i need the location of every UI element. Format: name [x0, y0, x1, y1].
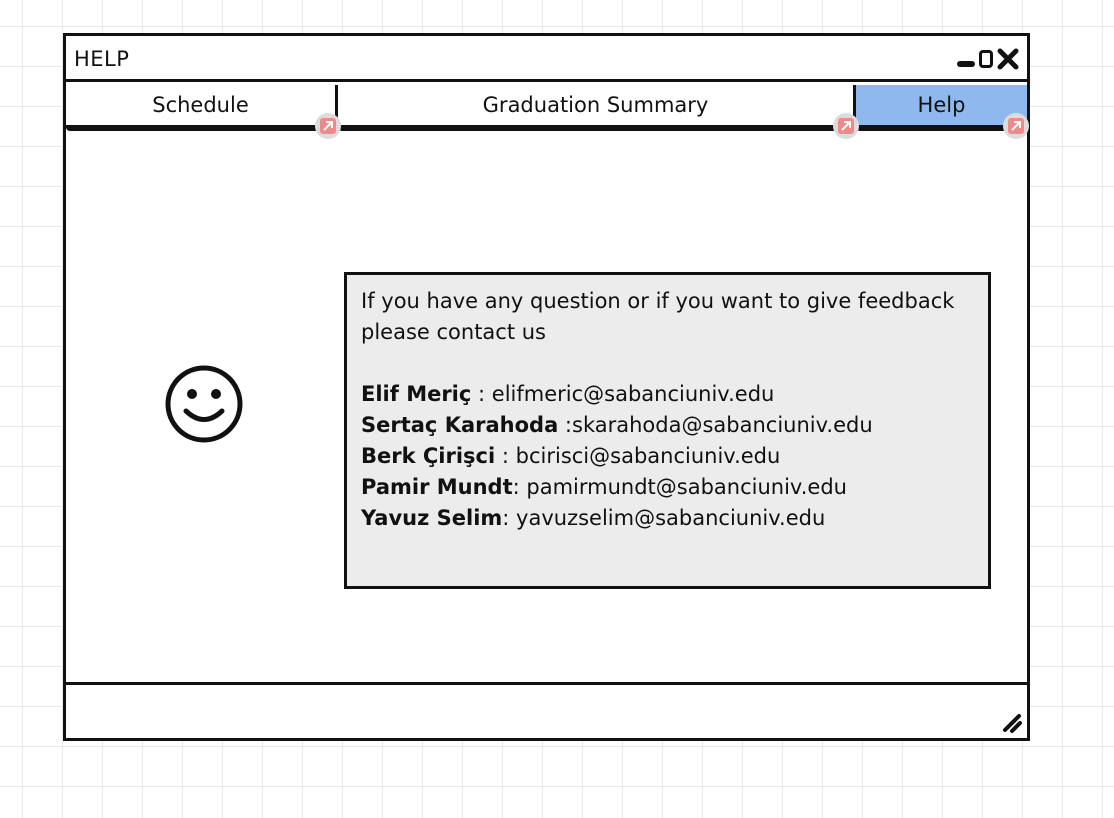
maximize-icon[interactable] — [979, 50, 993, 68]
contact-separator: : — [495, 444, 516, 468]
link-arrow-icon[interactable] — [315, 113, 341, 139]
smiley-face-icon — [165, 365, 243, 443]
tab-label: Graduation Summary — [482, 93, 709, 117]
help-window: HELP Schedule Graduation Summary Help If… — [63, 33, 1030, 741]
contact-intro-text: If you have any question or if you want … — [361, 289, 955, 344]
tab-schedule[interactable]: Schedule — [66, 85, 341, 139]
title-bar: HELP — [66, 36, 1027, 82]
contact-separator: : — [558, 413, 573, 437]
status-bar — [66, 682, 1027, 738]
contact-line: Berk Çirişci : bcirisci@sabanciuniv.edu — [361, 441, 974, 472]
tab-bar: Schedule Graduation Summary Help — [66, 85, 1029, 139]
window-title: HELP — [74, 47, 130, 71]
tab-label: Schedule — [152, 93, 249, 117]
window-controls — [957, 42, 1019, 70]
contact-name: Sertaç Karahoda — [361, 413, 559, 437]
contact-name: Yavuz Selim — [361, 506, 503, 530]
contact-info-panel: If you have any question or if you want … — [344, 272, 991, 589]
contact-name: Elif Meriç — [361, 382, 472, 406]
contact-line: Elif Meriç : elifmeric@sabanciuniv.edu — [361, 379, 974, 410]
minimize-icon[interactable] — [957, 61, 975, 67]
resize-grip-icon[interactable] — [1001, 712, 1023, 734]
contact-separator: : — [502, 506, 517, 530]
contact-separator: : — [471, 382, 492, 406]
contact-email: yavuzselim@sabanciuniv.edu — [516, 506, 826, 530]
contact-name: Berk Çirişci — [361, 444, 496, 468]
contact-email: elifmeric@sabanciuniv.edu — [491, 382, 775, 406]
contact-email: pamirmundt@sabanciuniv.edu — [526, 475, 847, 499]
contact-email: bcirisci@sabanciuniv.edu — [515, 444, 781, 468]
tab-underline — [856, 125, 1027, 131]
contact-name: Pamir Mundt — [361, 475, 513, 499]
contact-line: Pamir Mundt: pamirmundt@sabanciuniv.edu — [361, 472, 974, 503]
contact-line: Yavuz Selim: yavuzselim@sabanciuniv.edu — [361, 503, 974, 534]
tab-underline — [338, 125, 853, 131]
contact-separator: : — [512, 475, 527, 499]
link-arrow-icon[interactable] — [1003, 113, 1029, 139]
close-icon[interactable] — [997, 48, 1019, 70]
tab-help[interactable]: Help — [856, 85, 1029, 139]
contact-line: Sertaç Karahoda :skarahoda@sabanciuniv.e… — [361, 410, 974, 441]
link-arrow-icon[interactable] — [833, 113, 859, 139]
tab-label: Help — [917, 93, 966, 117]
contact-email: skarahoda@sabanciuniv.edu — [572, 413, 873, 437]
tab-underline — [66, 125, 335, 131]
tab-graduation-summary[interactable]: Graduation Summary — [338, 85, 859, 139]
